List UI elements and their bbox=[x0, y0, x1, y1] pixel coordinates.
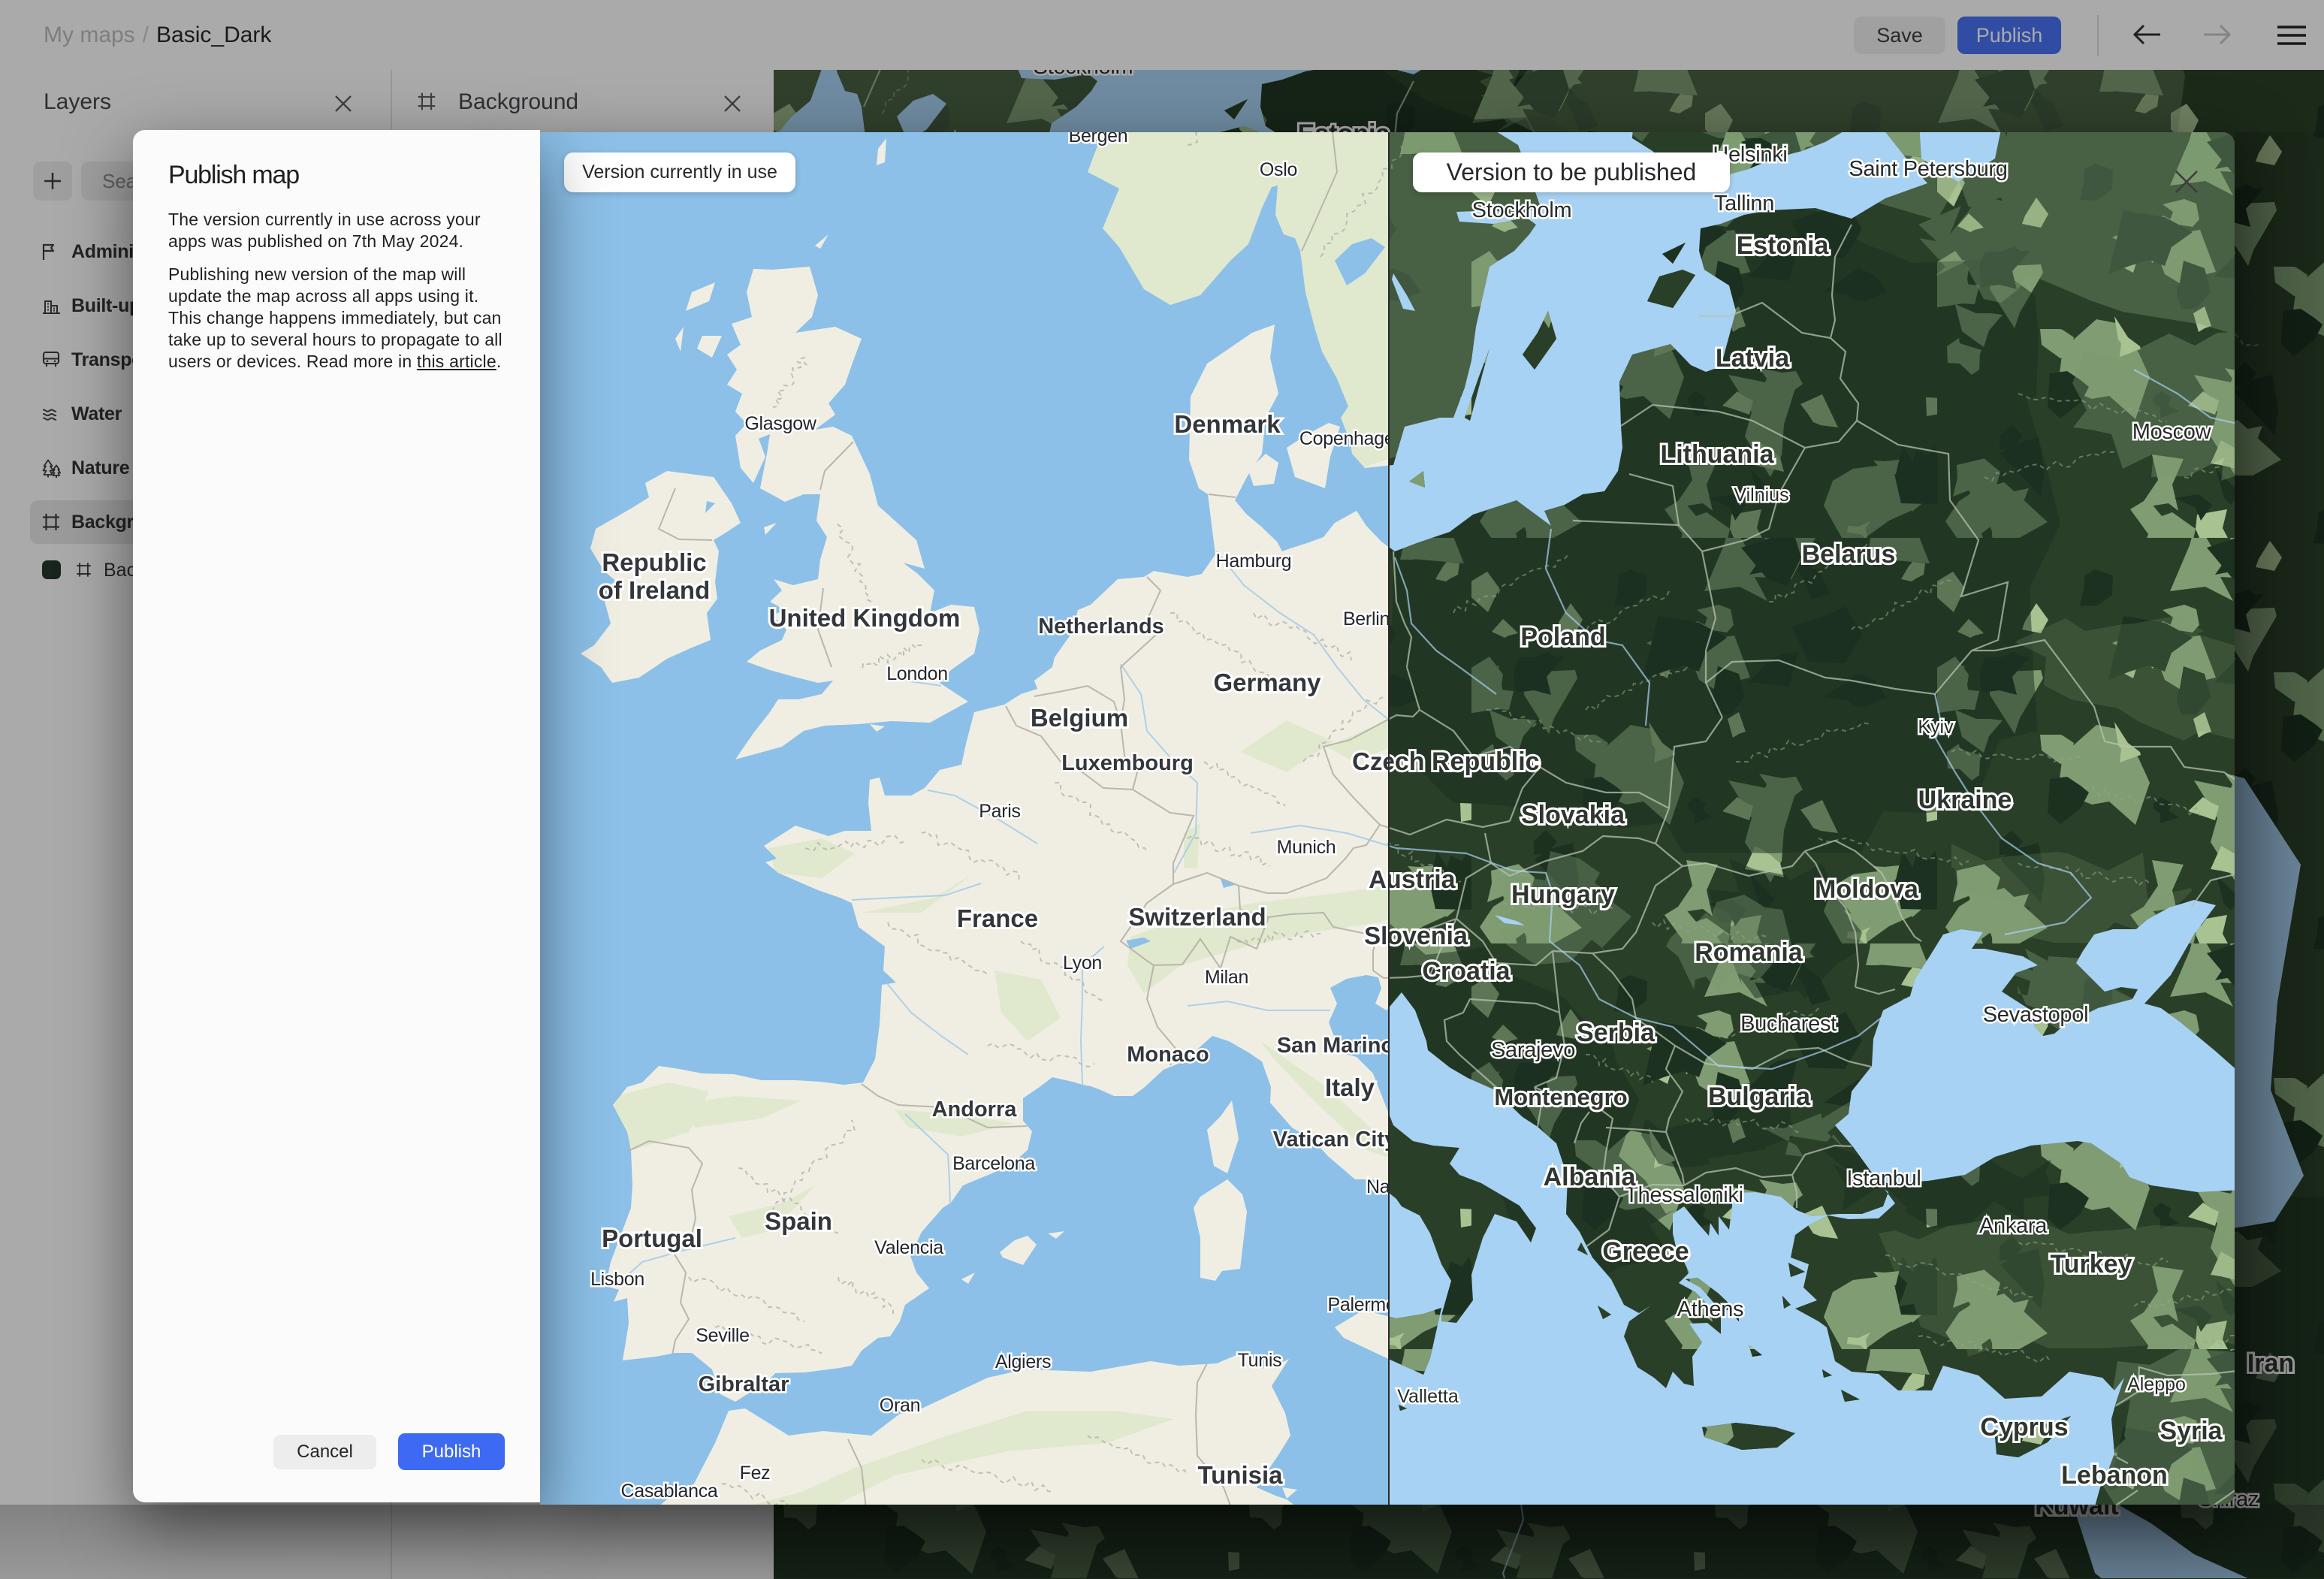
svg-text:Berlin: Berlin bbox=[1343, 608, 1390, 629]
svg-text:Belgium: Belgium bbox=[1031, 704, 1128, 732]
svg-text:Greece: Greece bbox=[1602, 1237, 1689, 1266]
svg-text:Stockholm: Stockholm bbox=[1472, 198, 1572, 222]
svg-text:Latvia: Latvia bbox=[1716, 344, 1790, 373]
svg-text:Athens: Athens bbox=[1677, 1297, 1744, 1321]
svg-text:Switzerland: Switzerland bbox=[1128, 903, 1266, 931]
svg-text:Gibraltar: Gibraltar bbox=[699, 1372, 789, 1396]
svg-text:Albania: Albania bbox=[1544, 1163, 1637, 1191]
svg-text:Hungary: Hungary bbox=[1511, 880, 1615, 909]
svg-text:Andorra: Andorra bbox=[932, 1097, 1018, 1122]
svg-text:Portugal: Portugal bbox=[602, 1224, 702, 1252]
svg-text:Tallinn: Tallinn bbox=[1714, 192, 1774, 216]
svg-text:Algiers: Algiers bbox=[995, 1351, 1051, 1372]
svg-text:Barcelona: Barcelona bbox=[952, 1153, 1035, 1174]
svg-text:Glasgow: Glasgow bbox=[744, 413, 816, 434]
svg-text:Bergen: Bergen bbox=[1069, 132, 1128, 146]
svg-text:Hamburg: Hamburg bbox=[1216, 551, 1292, 572]
svg-text:Istanbul: Istanbul bbox=[1846, 1167, 1921, 1191]
svg-text:Bulgaria: Bulgaria bbox=[1708, 1082, 1811, 1111]
svg-text:Croatia: Croatia bbox=[1422, 957, 1511, 986]
svg-text:Italy: Italy bbox=[1325, 1073, 1375, 1101]
svg-text:London: London bbox=[886, 663, 948, 684]
svg-text:Lyon: Lyon bbox=[1063, 953, 1102, 974]
svg-text:Slovakia: Slovakia bbox=[1521, 801, 1625, 829]
svg-text:Sarajevo: Sarajevo bbox=[1491, 1038, 1575, 1062]
svg-text:Paris: Paris bbox=[979, 801, 1020, 822]
svg-text:Estonia: Estonia bbox=[1737, 231, 1830, 260]
svg-text:Lisbon: Lisbon bbox=[590, 1269, 644, 1290]
svg-text:Fez: Fez bbox=[740, 1463, 771, 1484]
svg-text:Netherlands: Netherlands bbox=[1038, 614, 1164, 639]
svg-text:Poland: Poland bbox=[1520, 623, 1605, 651]
svg-text:Vilnius: Vilnius bbox=[1734, 485, 1788, 506]
svg-text:Monaco: Monaco bbox=[1127, 1043, 1209, 1067]
svg-text:Serbia: Serbia bbox=[1577, 1019, 1655, 1047]
svg-text:Montenegro: Montenegro bbox=[1494, 1084, 1627, 1110]
svg-text:United Kingdom: United Kingdom bbox=[769, 604, 961, 632]
svg-text:of Ireland: of Ireland bbox=[599, 576, 711, 604]
svg-text:Vatican City: Vatican City bbox=[1273, 1128, 1396, 1152]
svg-text:Cyprus: Cyprus bbox=[1980, 1413, 2068, 1442]
svg-text:Valencia: Valencia bbox=[874, 1237, 943, 1258]
svg-text:Milan: Milan bbox=[1205, 967, 1248, 988]
svg-text:Aleppo: Aleppo bbox=[2127, 1374, 2186, 1395]
svg-text:Ankara: Ankara bbox=[1979, 1214, 2048, 1238]
svg-text:Moscow: Moscow bbox=[2132, 420, 2212, 444]
svg-text:Oran: Oran bbox=[880, 1395, 920, 1416]
svg-text:Belarus: Belarus bbox=[1802, 540, 1896, 569]
svg-text:Palermo: Palermo bbox=[1328, 1294, 1396, 1315]
svg-text:Tunis: Tunis bbox=[1238, 1350, 1282, 1371]
svg-text:Kyiv: Kyiv bbox=[1918, 717, 1954, 738]
svg-text:Turkey: Turkey bbox=[2051, 1250, 2132, 1279]
svg-text:Spain: Spain bbox=[765, 1207, 832, 1235]
svg-text:Casablanca: Casablanca bbox=[620, 1481, 717, 1502]
svg-text:Republic: Republic bbox=[602, 548, 706, 576]
svg-text:Oslo: Oslo bbox=[1260, 159, 1297, 180]
svg-text:Bucharest: Bucharest bbox=[1740, 1012, 1837, 1036]
svg-text:France: France bbox=[957, 904, 1038, 932]
svg-text:Tunisia: Tunisia bbox=[1197, 1461, 1283, 1489]
svg-text:Sevastopol: Sevastopol bbox=[1983, 1003, 2089, 1027]
svg-text:Syria: Syria bbox=[2160, 1417, 2223, 1445]
svg-text:Lebanon: Lebanon bbox=[2061, 1461, 2168, 1490]
svg-text:Denmark: Denmark bbox=[1174, 410, 1281, 438]
svg-text:Munich: Munich bbox=[1277, 837, 1336, 858]
svg-text:Ukraine: Ukraine bbox=[1918, 786, 2012, 814]
svg-text:Thessaloniki: Thessaloniki bbox=[1625, 1183, 1743, 1207]
svg-text:Lithuania: Lithuania bbox=[1660, 440, 1774, 469]
svg-text:Romania: Romania bbox=[1695, 938, 1803, 967]
svg-text:Germany: Germany bbox=[1213, 669, 1321, 696]
svg-text:Luxembourg: Luxembourg bbox=[1061, 751, 1194, 775]
svg-text:Seville: Seville bbox=[696, 1325, 750, 1346]
svg-text:San Marino: San Marino bbox=[1277, 1034, 1394, 1058]
svg-text:Valletta: Valletta bbox=[1397, 1386, 1459, 1407]
svg-text:Moldova: Moldova bbox=[1815, 875, 1919, 904]
svg-text:Saint Petersburg: Saint Petersburg bbox=[1849, 157, 2007, 181]
